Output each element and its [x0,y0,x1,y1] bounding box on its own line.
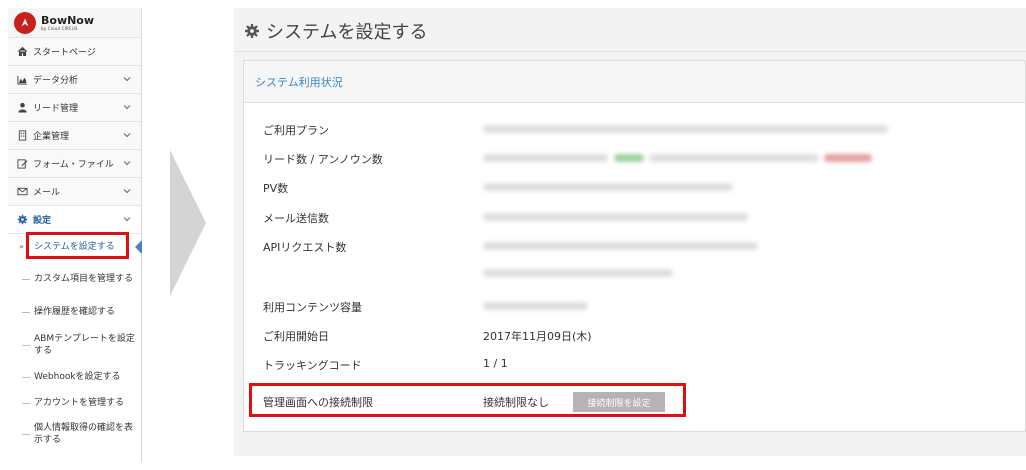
sidebar: BowNow by Cloud CIRCUS スタートページ データ分析 リード… [8,8,142,462]
chevron-down-icon [123,217,131,222]
label-storage: 利用コンテンツ容量 [263,301,362,314]
api-value-redacted [483,242,758,250]
brand-name: BowNow [41,13,95,27]
edit-icon [16,158,28,170]
chevron-down-icon [123,77,131,82]
sidebar-item-forms[interactable]: フォーム・ファイル [8,150,141,178]
tracking-value: 1 / 1 [483,357,508,370]
chevron-right-arrow-icon [170,150,206,296]
sub-item-label: 操作履歴を確認する [34,307,116,317]
sidebar-item-settings[interactable]: 設定 [8,206,141,234]
system-usage-panel: システム利用状況 ご利用プラン リード数 / アンノウン数 PV数 メール送信数… [243,60,1026,432]
gear-icon [245,24,259,38]
sub-item-webhook[interactable]: Webhookを設定する [8,364,141,390]
label-restriction: 管理画面への接続制限 [263,396,373,409]
chevron-down-icon [123,133,131,138]
main-content: システムを設定する システム利用状況 ご利用プラン リード数 / アンノウン数 … [234,8,1026,456]
divider [234,51,1026,52]
leads-value-redacted [483,154,608,162]
mail-value-redacted [483,213,748,221]
pv-value-redacted [483,183,733,191]
leads-value-redacted-red [824,154,872,162]
label-leads: リード数 / アンノウン数 [263,153,383,166]
sidebar-item-label: メール [33,188,61,198]
active-pointer-icon [135,240,142,254]
brand-logo[interactable]: BowNow by Cloud CIRCUS [8,8,141,38]
sub-item-label: 個人情報取得の確認を表示する [34,423,134,445]
set-restriction-button[interactable]: 接続制限を設定 [573,392,665,412]
sub-item-label: システムを設定する [34,242,115,252]
storage-value-redacted [483,302,588,310]
label-mail: メール送信数 [263,212,329,225]
sidebar-item-leads[interactable]: リード管理 [8,94,141,122]
sub-item-custom-fields[interactable]: カスタム項目を管理する [8,260,141,298]
sidebar-item-analytics[interactable]: データ分析 [8,66,141,94]
sub-item-label: Webhookを設定する [34,372,121,382]
sidebar-item-companies[interactable]: 企業管理 [8,122,141,150]
sidebar-item-label: スタートページ [33,48,96,58]
page-title: システムを設定する [244,18,427,44]
mail-icon [16,186,28,198]
gear-icon [16,214,28,226]
sub-item-abm-template[interactable]: ABMテンプレートを設定する [8,326,141,364]
sidebar-item-label: 企業管理 [33,132,70,142]
sub-item-label: カスタム項目を管理する [34,274,134,284]
sidebar-item-mail[interactable]: メール [8,178,141,206]
label-tracking: トラッキングコード [263,359,362,372]
sub-item-operation-history[interactable]: 操作履歴を確認する [8,298,141,326]
leads-value-redacted-green [614,154,644,162]
sidebar-item-label: フォーム・ファイル [33,160,114,170]
start-date-value: 2017年11月09日(木) [483,330,592,343]
sidebar-item-start[interactable]: スタートページ [8,38,141,66]
brand-sub: by Cloud CIRCUS [41,25,78,31]
leads-value-redacted-2 [649,154,819,162]
sub-item-accounts[interactable]: アカウントを管理する [8,390,141,416]
label-pv: PV数 [263,182,289,195]
page-title-text: システムを設定する [266,22,428,43]
sub-item-privacy-confirm[interactable]: 個人情報取得の確認を表示する [8,416,141,452]
plan-value-redacted [483,125,888,133]
sub-item-label: アカウントを管理する [34,398,125,408]
user-icon [16,102,28,114]
logo-mark-icon [14,11,36,34]
label-plan: ご利用プラン [263,124,329,137]
sidebar-item-label: データ分析 [33,76,79,86]
sub-item-label: ABMテンプレートを設定する [34,334,135,356]
api-value-redacted-2 [483,269,673,277]
panel-title: システム利用状況 [244,61,1025,103]
caret-right-icon: » [19,242,24,251]
area-chart-icon [16,74,28,86]
label-api: APIリクエスト数 [263,241,347,254]
label-start-date: ご利用開始日 [263,330,329,343]
home-icon [16,46,28,58]
sidebar-item-label: リード管理 [33,104,79,114]
chevron-down-icon [123,161,131,166]
chevron-down-icon [123,189,131,194]
sidebar-item-label: 設定 [33,216,52,226]
sub-item-system-settings[interactable]: » システムを設定する [8,234,142,260]
restriction-value: 接続制限なし [483,396,549,409]
chevron-down-icon [123,105,131,110]
building-icon [16,130,28,142]
